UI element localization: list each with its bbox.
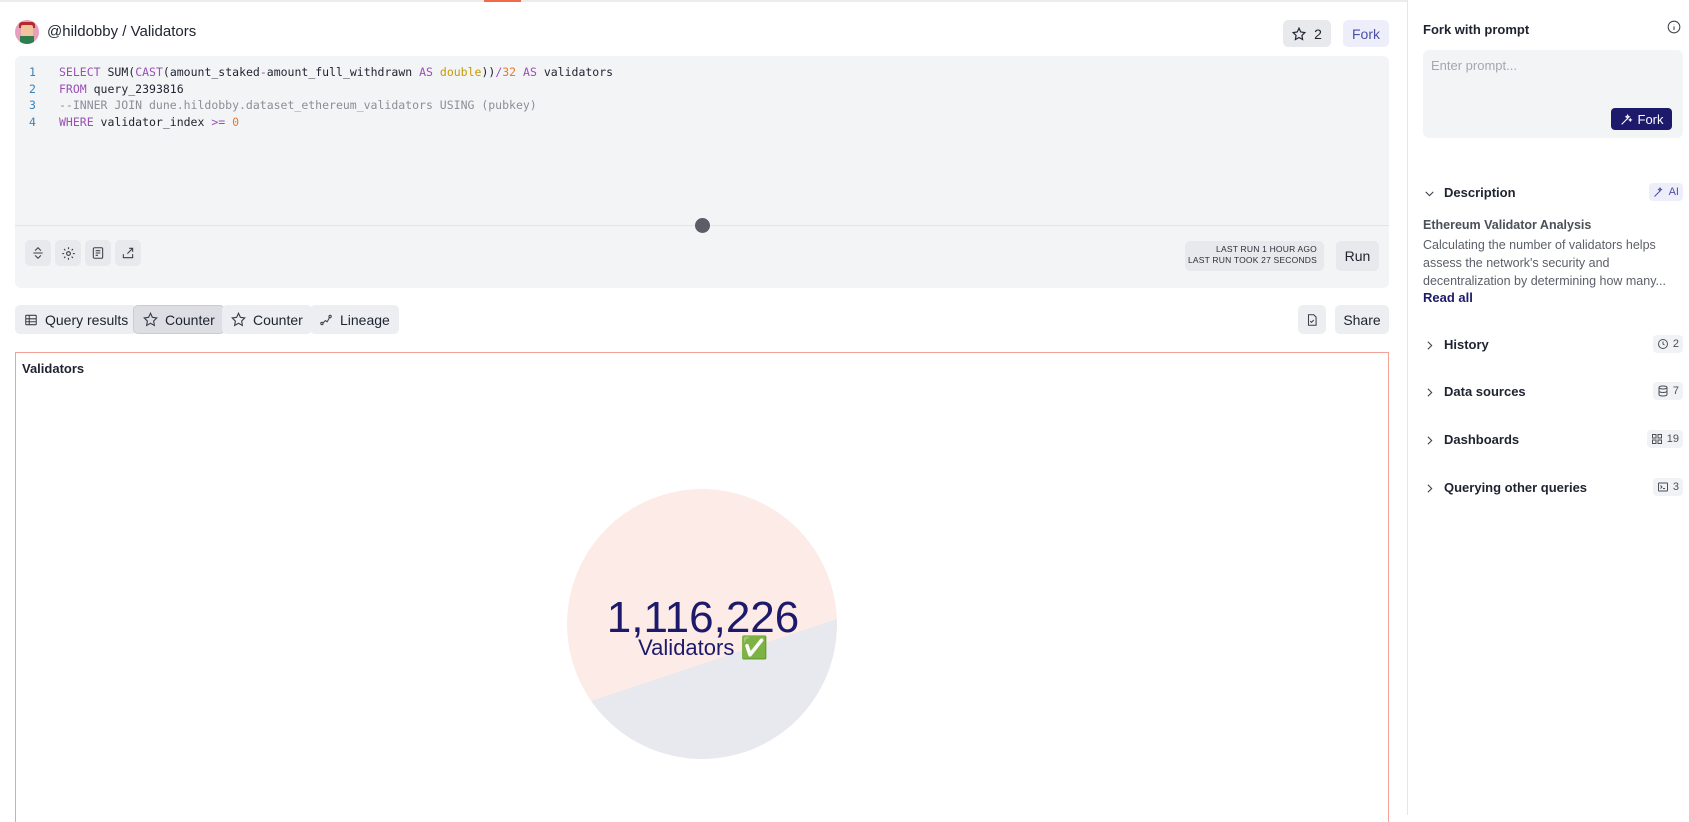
image-export-icon <box>1307 313 1317 326</box>
chevron-down-icon <box>1425 191 1434 197</box>
tab-counter-active[interactable]: Counter <box>133 305 225 334</box>
star-icon <box>231 312 246 327</box>
code-line: 2 FROM query_2393816 <box>29 82 613 99</box>
terminal-icon <box>1657 482 1668 492</box>
fork-button[interactable]: Fork <box>1343 20 1389 47</box>
active-indicator <box>484 0 521 2</box>
line-number: 3 <box>29 98 36 112</box>
visualization-panel: Validators 1,116,226 Validators ✅ <box>15 352 1389 822</box>
clock-icon <box>1657 339 1668 349</box>
tab-query-results[interactable]: Query results <box>15 305 138 334</box>
visualization-title: Validators <box>22 361 85 376</box>
table-icon <box>25 314 37 325</box>
section-querying-other-queries[interactable]: Querying other queries 3 <box>1423 477 1683 499</box>
format-button[interactable] <box>85 240 111 266</box>
counter-label: Validators ✅ <box>638 635 768 660</box>
info-icon[interactable] <box>1667 20 1681 34</box>
share-button[interactable]: Share <box>1335 305 1389 334</box>
history-badge: 2 <box>1652 335 1683 353</box>
line-number: 4 <box>29 114 36 129</box>
description-text: Calculating the number of validators hel… <box>1423 238 1666 288</box>
settings-button[interactable] <box>55 240 81 266</box>
prompt-box: Fork <box>1423 50 1683 138</box>
querying-badge: 3 <box>1652 478 1683 496</box>
document-icon <box>92 247 104 259</box>
fork-submit-button[interactable]: Fork <box>1611 108 1672 130</box>
tab-lineage[interactable]: Lineage <box>310 305 399 334</box>
line-number: 1 <box>29 65 36 79</box>
tab-counter[interactable]: Counter <box>222 305 312 334</box>
star-count: 2 <box>1314 25 1322 42</box>
avatar[interactable] <box>15 20 39 44</box>
query-header: @hildobby / Validators 2 Fork <box>15 18 1389 52</box>
data-sources-badge: 7 <box>1652 382 1683 400</box>
last-run-info: LAST RUN 1 HOUR AGO LAST RUN TOOK 27 SEC… <box>1185 241 1324 271</box>
screenshot-button[interactable] <box>1298 305 1326 334</box>
line-number: 2 <box>29 81 36 96</box>
code-line: 4 WHERE validator_index >= 0 <box>29 115 613 132</box>
resize-handle[interactable] <box>695 218 710 233</box>
prompt-input[interactable] <box>1431 58 1671 73</box>
lineage-icon <box>320 314 332 325</box>
magic-wand-icon <box>1653 186 1663 197</box>
chevron-right-icon <box>1427 436 1433 445</box>
page-title[interactable]: @hildobby / Validators <box>47 23 196 40</box>
tab-label: Query results <box>45 311 129 328</box>
code-area[interactable]: 1 SELECT SUM(CAST (amount_staked - amount_f… <box>29 65 613 131</box>
gear-icon <box>61 246 75 260</box>
share-arrow-icon <box>122 247 134 259</box>
editor-resizer <box>15 218 1389 233</box>
chevron-right-icon <box>1427 341 1433 350</box>
export-button[interactable] <box>115 240 141 266</box>
expand-collapse-button[interactable] <box>25 240 51 266</box>
chevron-right-icon <box>1427 484 1433 493</box>
tab-label: Counter <box>165 311 215 328</box>
section-dashboards[interactable]: Dashboards 19 <box>1423 429 1683 451</box>
dashboards-badge: 19 <box>1646 430 1683 448</box>
tab-label: Counter <box>253 311 303 328</box>
database-icon <box>1658 385 1668 397</box>
right-sidebar: Fork with prompt Fork Description AI Eth… <box>1407 0 1689 815</box>
section-data-sources[interactable]: Data sources 7 <box>1423 381 1683 403</box>
magic-wand-icon <box>1620 113 1632 125</box>
section-history[interactable]: History 2 <box>1423 334 1683 356</box>
fork-with-prompt-title: Fork with prompt <box>1423 22 1530 37</box>
ai-badge[interactable]: AI <box>1648 183 1683 201</box>
section-description[interactable]: Description AI <box>1423 182 1683 204</box>
read-all-link[interactable]: Read all <box>1423 290 1473 305</box>
description-title: Ethereum Validator Analysis <box>1423 218 1592 232</box>
star-icon <box>1292 26 1307 41</box>
code-line: 1 SELECT SUM(CAST (amount_staked - amount_f… <box>29 65 613 82</box>
star-button[interactable]: 2 <box>1283 20 1331 47</box>
run-button[interactable]: Run <box>1336 241 1379 271</box>
expand-collapse-icon <box>33 247 43 259</box>
top-progress-line <box>0 0 1407 2</box>
grid-icon <box>1651 434 1662 444</box>
tab-label: Lineage <box>340 311 390 328</box>
chevron-right-icon <box>1427 388 1433 397</box>
sql-editor[interactable]: 1 SELECT SUM(CAST (amount_staked - amount_f… <box>15 56 1389 288</box>
code-line: 3 --INNER JOIN dune.hildobby.dataset_eth… <box>29 98 613 115</box>
star-icon <box>143 312 158 327</box>
